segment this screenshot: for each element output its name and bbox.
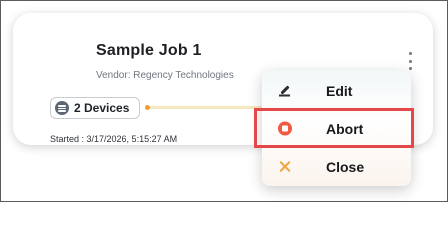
devices-label: 2 Devices — [74, 101, 130, 115]
menu-item-edit[interactable]: Edit — [262, 74, 411, 107]
pencil-icon — [277, 83, 292, 98]
job-title: Sample Job 1 — [96, 42, 202, 59]
menu-item-close-label: Close — [326, 158, 365, 175]
stop-circle-icon — [277, 121, 292, 136]
progress-indicator-dot — [145, 105, 150, 110]
menu-item-close[interactable]: Close — [262, 150, 411, 183]
job-started-time: Started : 3/17/2026, 5:15:27 AM — [50, 134, 178, 144]
devices-chip[interactable]: 2 Devices — [50, 97, 140, 119]
job-actions-menu: Edit Abort Close — [262, 70, 411, 186]
menu-item-edit-label: Edit — [326, 82, 353, 99]
menu-item-abort-label: Abort — [326, 120, 364, 137]
close-icon — [277, 159, 292, 174]
list-icon — [55, 101, 69, 115]
job-vendor: Vendor: Regency Technologies — [96, 70, 234, 81]
more-options-icon[interactable] — [405, 52, 415, 70]
menu-item-abort[interactable]: Abort — [262, 112, 411, 145]
app-frame: Sample Job 1 Vendor: Regency Technologie… — [0, 0, 448, 202]
